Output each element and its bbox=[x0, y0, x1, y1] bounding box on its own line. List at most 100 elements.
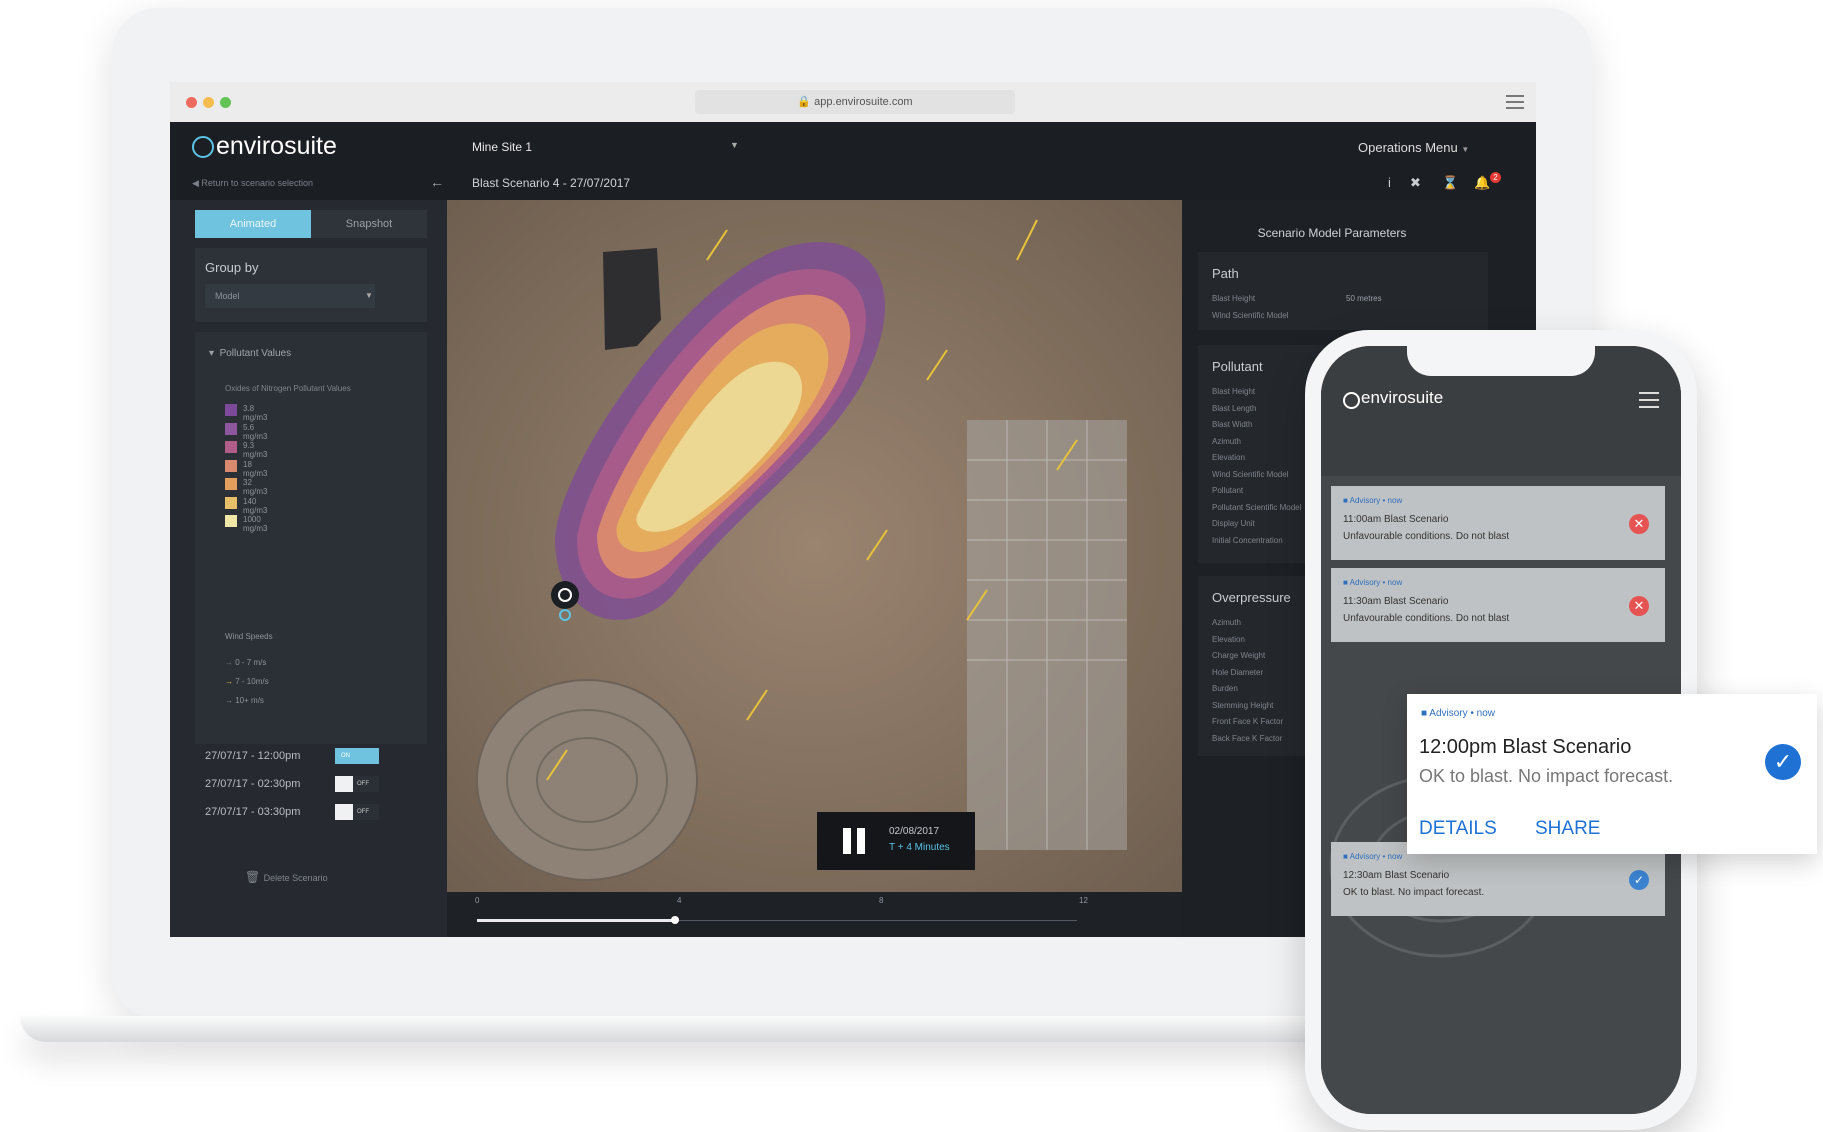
phone-notch bbox=[1407, 346, 1595, 376]
time-slot-row: 27/07/17 - 03:30pm bbox=[205, 806, 300, 818]
group-by-value: Model bbox=[215, 291, 240, 301]
address-bar[interactable]: 🔒 app.envirosuite.com bbox=[695, 90, 1015, 114]
notification-body: OK to blast. No impact forecast. bbox=[1343, 887, 1485, 898]
info-icon[interactable]: i bbox=[1388, 175, 1391, 190]
hourglass-icon[interactable]: ⌛ bbox=[1442, 175, 1458, 191]
notification-title: 12:30am Blast Scenario bbox=[1343, 870, 1450, 881]
trash-icon: 🗑 bbox=[245, 870, 264, 884]
legend-swatch bbox=[225, 496, 237, 509]
map-canvas bbox=[447, 200, 1182, 892]
playback-date: 02/08/2017 bbox=[889, 826, 940, 837]
details-button[interactable]: DETAILS bbox=[1419, 818, 1497, 840]
parameter-value: 50 metres bbox=[1346, 294, 1382, 303]
parameter-label: Blast Height bbox=[1212, 387, 1256, 396]
satellite-map[interactable]: 02/08/2017 T + 4 Minutes bbox=[447, 200, 1182, 892]
timeline-scrubber[interactable]: 0 4 8 12 bbox=[447, 892, 1182, 937]
operations-menu-label: Operations Menu bbox=[1358, 140, 1458, 155]
fullscreen-icon[interactable]: ✖ bbox=[1410, 175, 1421, 191]
legend-swatch bbox=[225, 422, 237, 435]
close-window-button[interactable] bbox=[186, 97, 197, 108]
legend-swatch bbox=[225, 441, 237, 453]
app-logo[interactable]: envirosuite bbox=[216, 132, 337, 161]
pause-icon[interactable] bbox=[843, 828, 867, 854]
delete-scenario-button[interactable]: 🗑 Delete Scenario bbox=[245, 870, 328, 884]
delete-scenario-label: Delete Scenario bbox=[263, 873, 328, 883]
collapse-sidebar-icon[interactable]: ← bbox=[430, 174, 444, 190]
expanded-notification[interactable]: ■ Advisory • now 12:00pm Blast Scenario … bbox=[1407, 694, 1817, 854]
operations-menu[interactable]: Operations Menu ▼ bbox=[1358, 140, 1469, 155]
legend-label: 1000 mg/m3 bbox=[243, 515, 268, 533]
time-slot-row: 27/07/17 - 02:30pm bbox=[205, 778, 300, 790]
browser-menu-icon[interactable] bbox=[1506, 95, 1524, 109]
group-by-select[interactable]: Model ▼ bbox=[205, 284, 375, 308]
tab-animated[interactable]: Animated bbox=[195, 210, 311, 238]
wind-legend-label: 7 - 10m/s bbox=[235, 677, 269, 686]
wind-arrow-icon: → bbox=[225, 696, 236, 705]
maximize-window-button[interactable] bbox=[220, 97, 231, 108]
toggle-state: OFF bbox=[357, 781, 369, 787]
time-slot-toggle[interactable]: ON bbox=[335, 748, 379, 764]
group-by-panel: Group by Model ▼ bbox=[195, 248, 427, 322]
legend-label: 32 mg/m3 bbox=[243, 478, 268, 496]
bell-icon[interactable]: 🔔 bbox=[1474, 175, 1490, 191]
chevron-down-icon: ▾ bbox=[209, 348, 220, 359]
address-bar-url: app.envirosuite.com bbox=[814, 96, 913, 108]
hamburger-menu-icon[interactable] bbox=[1639, 392, 1659, 408]
time-slot-toggle[interactable]: OFF bbox=[335, 804, 379, 820]
chevron-down-icon: ▼ bbox=[365, 291, 373, 300]
legend-label: 5.6 mg/m3 bbox=[243, 422, 268, 441]
time-slot-label: 27/07/17 - 02:30pm bbox=[205, 778, 301, 790]
legend-label: 140 mg/m3 bbox=[243, 496, 268, 515]
parameter-label: Display Unit bbox=[1212, 519, 1255, 528]
tab-snapshot[interactable]: Snapshot bbox=[311, 210, 427, 238]
timeline-tick-label: 8 bbox=[879, 896, 884, 905]
parameter-label: Burden bbox=[1212, 684, 1238, 693]
notification-title: 11:00am Blast Scenario bbox=[1343, 514, 1449, 525]
notification-tag-label: Advisory • now bbox=[1349, 578, 1403, 587]
lock-icon: 🔒 bbox=[797, 96, 815, 108]
parameter-section-title: Pollutant bbox=[1212, 359, 1263, 374]
parameter-label: Wind Scientific Model bbox=[1212, 469, 1289, 479]
parameter-label: Pollutant bbox=[1212, 486, 1244, 495]
toggle-state: ON bbox=[341, 753, 350, 759]
back-to-scenarios-link[interactable]: ◀ Return to scenario selection bbox=[192, 178, 313, 189]
wind-legend-item: → 0 - 7 m/s bbox=[225, 658, 266, 667]
playback-control: 02/08/2017 T + 4 Minutes bbox=[817, 812, 975, 870]
app-header: envirosuite Mine Site 1 ▼ Operations Men… bbox=[170, 122, 1536, 168]
timeline-tick-label: 12 bbox=[1079, 896, 1088, 905]
notification-card[interactable]: ■ Advisory • now 11:00am Blast Scenario … bbox=[1331, 486, 1665, 560]
notification-tag-label: Advisory • now bbox=[1349, 496, 1403, 505]
wind-legend-label: 10+ m/s bbox=[235, 696, 264, 705]
minimize-window-button[interactable] bbox=[203, 97, 214, 108]
share-button[interactable]: SHARE bbox=[1535, 818, 1600, 840]
parameter-section-title: Path bbox=[1212, 266, 1239, 281]
notification-tag: ■ Advisory • now bbox=[1343, 578, 1402, 587]
legend-label: 3.8 mg/m3 bbox=[243, 404, 268, 422]
parameter-label: Blast Length bbox=[1212, 403, 1257, 413]
notification-body: Unfavourable conditions. Do not blast bbox=[1343, 613, 1510, 624]
notification-tag-label: Advisory • now bbox=[1429, 708, 1496, 719]
time-slot-toggle[interactable]: OFF bbox=[335, 776, 379, 792]
legend-title[interactable]: ▾ Pollutant Values bbox=[209, 348, 291, 359]
parameter-label: Azimuth bbox=[1212, 436, 1241, 446]
check-icon: ✓ bbox=[1629, 870, 1649, 890]
legend-swatch bbox=[225, 404, 237, 416]
back-link-label: Return to scenario selection bbox=[201, 178, 313, 188]
time-slot-label: 27/07/17 - 03:30pm bbox=[205, 806, 301, 818]
site-selector[interactable]: Mine Site 1 bbox=[472, 140, 532, 154]
parameter-label: Blast Height bbox=[1212, 294, 1256, 303]
parameter-label: Stemming Height bbox=[1212, 700, 1274, 710]
wind-speed-title: Wind Speeds bbox=[225, 632, 273, 641]
parameter-label: Elevation bbox=[1212, 453, 1245, 462]
parameter-label: Initial Concentration bbox=[1212, 535, 1283, 545]
timeline-handle[interactable] bbox=[671, 916, 679, 924]
notification-actions: DETAILS SHARE bbox=[1407, 806, 1817, 854]
notification-tag: ■ Advisory • now bbox=[1343, 496, 1402, 505]
parameters-title: Scenario Model Parameters bbox=[1257, 226, 1407, 240]
notification-body: Unfavourable conditions. Do not blast bbox=[1343, 531, 1510, 542]
timeline-tick-label: 0 bbox=[475, 896, 480, 905]
parameter-label: Wind Scientific Model bbox=[1212, 310, 1289, 320]
chevron-down-icon[interactable]: ▼ bbox=[730, 140, 739, 150]
wind-legend-item: → 10+ m/s bbox=[225, 696, 264, 705]
notification-card[interactable]: ■ Advisory • now 11:30am Blast Scenario … bbox=[1331, 568, 1665, 642]
